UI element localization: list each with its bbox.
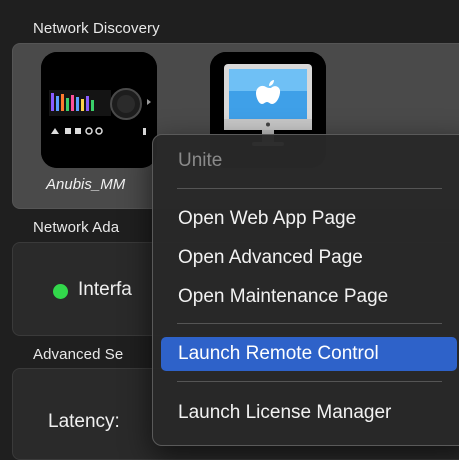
menu-separator [177,381,442,382]
menu-item-open-web-app-page[interactable]: Open Web App Page [161,202,457,236]
interface-status-dot [53,284,68,299]
menu-item-launch-remote-control[interactable]: Launch Remote Control [161,337,457,371]
device-name-anubis: Anubis_MM [46,176,126,193]
menu-separator [177,323,442,324]
menu-header-unite: Unite [178,150,223,171]
latency-label: Latency: [48,411,120,432]
menu-item-open-advanced-page[interactable]: Open Advanced Page [161,241,457,275]
menu-item-launch-license-manager[interactable]: Launch License Manager [161,396,457,430]
interface-label[interactable]: Interfa [78,279,132,301]
menu-separator [177,188,442,189]
menu-item-open-maintenance-page[interactable]: Open Maintenance Page [161,280,457,314]
advanced-settings-title: Advanced Se [33,346,124,363]
context-menu: Unite Open Web App Page Open Advanced Pa… [152,134,459,446]
device-anubis[interactable] [41,52,157,168]
network-discovery-title: Network Discovery [33,20,160,37]
network-adapter-title: Network Ada [33,219,120,236]
anubis-device-icon [41,52,157,168]
